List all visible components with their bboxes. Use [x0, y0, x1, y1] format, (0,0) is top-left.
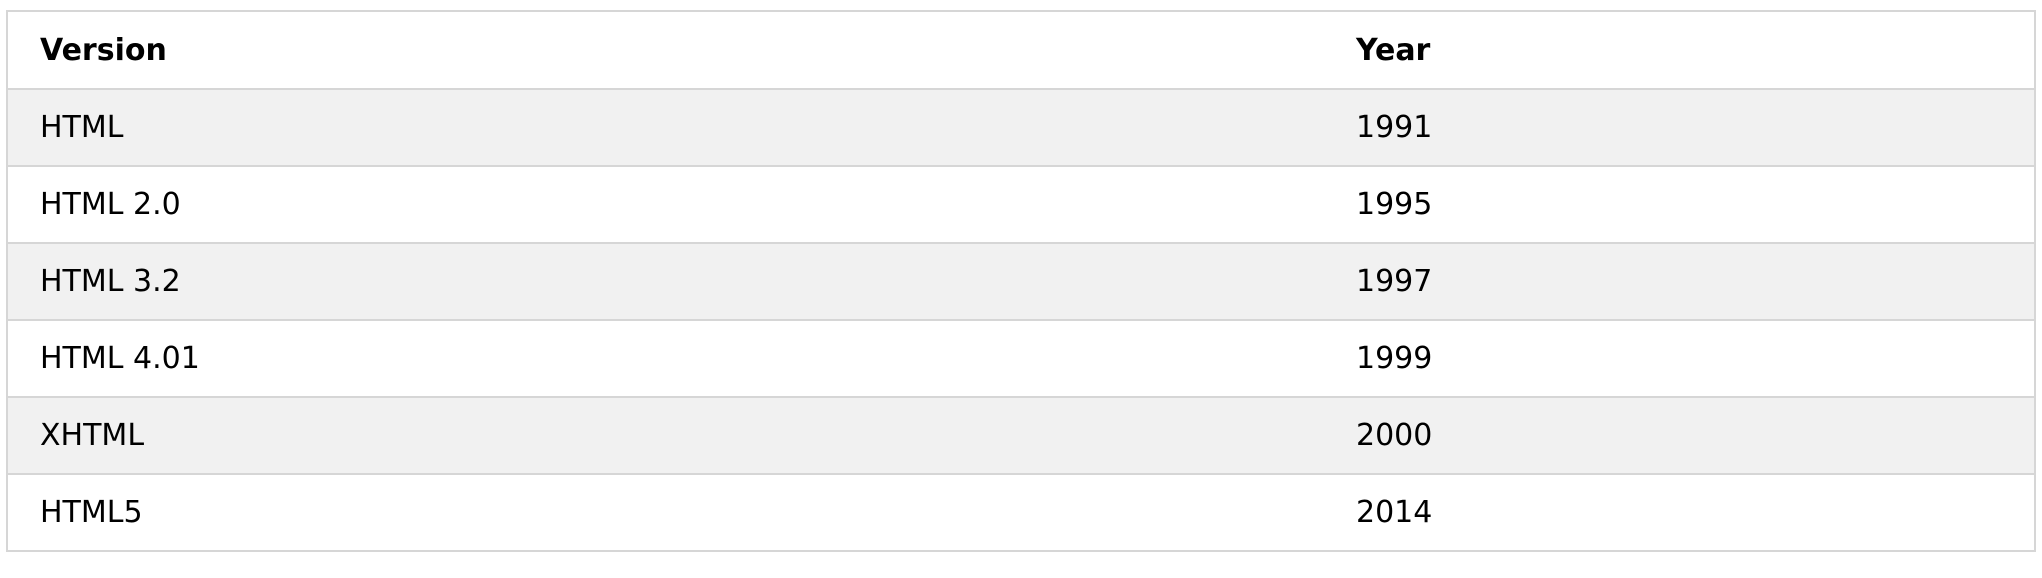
html-versions-table-container: Version Year HTML 1991 HTML 2.0 1995 HTM…: [6, 10, 2036, 552]
year-cell: 2000: [1324, 397, 2034, 475]
table-row: HTML 2.0 1995: [8, 166, 2034, 244]
table-body: HTML 1991 HTML 2.0 1995 HTML 3.2 1997 HT…: [8, 89, 2034, 552]
version-cell: HTML5: [8, 474, 1324, 552]
table-row: HTML5 2014: [8, 474, 2034, 552]
column-header-year: Year: [1324, 12, 2034, 90]
column-header-version: Version: [8, 12, 1324, 90]
table-row: HTML 3.2 1997: [8, 243, 2034, 321]
table-header: Version Year: [8, 12, 2034, 90]
header-row: Version Year: [8, 12, 2034, 90]
version-cell: HTML: [8, 89, 1324, 167]
year-cell: 1999: [1324, 320, 2034, 398]
version-cell: HTML 2.0: [8, 166, 1324, 244]
version-cell: XHTML: [8, 397, 1324, 475]
year-cell: 1991: [1324, 89, 2034, 167]
version-cell: HTML 4.01: [8, 320, 1324, 398]
year-cell: 1997: [1324, 243, 2034, 321]
table-row: XHTML 2000: [8, 397, 2034, 475]
html-versions-table: Version Year HTML 1991 HTML 2.0 1995 HTM…: [8, 12, 2034, 552]
year-cell: 2014: [1324, 474, 2034, 552]
table-row: HTML 1991: [8, 89, 2034, 167]
year-cell: 1995: [1324, 166, 2034, 244]
version-cell: HTML 3.2: [8, 243, 1324, 321]
table-row: HTML 4.01 1999: [8, 320, 2034, 398]
